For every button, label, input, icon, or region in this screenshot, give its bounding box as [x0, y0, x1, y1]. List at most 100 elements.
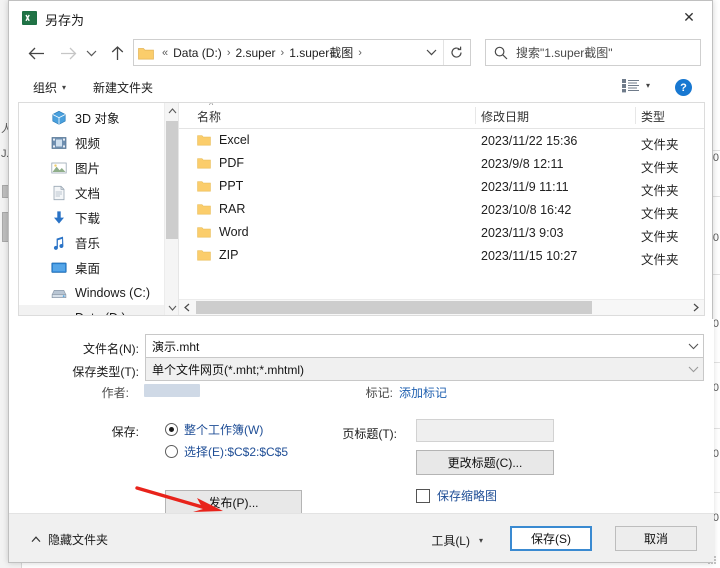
organize-button[interactable]: 组织 ▾ [29, 77, 70, 98]
column-header-label: 名称 [197, 110, 222, 124]
sidebar-item-windows-c[interactable]: Windows (C:) [19, 280, 165, 305]
sidebar-item-downloads[interactable]: 下载 [19, 205, 165, 230]
filename-input[interactable]: 演示.mht [145, 334, 704, 358]
breadcrumb-segment-0[interactable]: Data (D:) [172, 46, 223, 60]
dialog-footer: 隐藏文件夹 工具(L) ▾ 保存(S) 取消 [9, 513, 714, 562]
3d-objects-icon [52, 110, 66, 125]
arrow-left-icon[interactable] [23, 40, 49, 66]
tools-button[interactable]: 工具(L) ▾ [426, 529, 488, 552]
search-placeholder: 搜索"1.super截图" [516, 46, 613, 60]
table-row[interactable]: ZIP 2023/11/15 10:27 文件夹 [179, 245, 704, 268]
filetype-select[interactable]: 单个文件网页(*.mht;*.mhtml) [145, 357, 704, 381]
dialog-titlebar: 另存为 ✕ [9, 1, 712, 34]
file-browser: 3D 对象 视频 图片 文档 下载 音乐 桌面 Windows (C:) 名称 … [18, 102, 705, 316]
file-name-label: Word [219, 225, 249, 239]
publish-button[interactable]: 发布(P)... [165, 490, 302, 515]
chevron-down-icon: ▾ [62, 83, 67, 92]
sidebar-item-videos[interactable]: 视频 [19, 130, 165, 155]
column-header-modified[interactable]: 修改日期 [481, 108, 529, 125]
sidebar-item-desktop[interactable]: 桌面 [19, 255, 165, 280]
file-name-cell: PPT [197, 179, 243, 193]
save-thumbnail-checkbox[interactable]: 保存缩略图 [416, 487, 497, 504]
folder-icon [197, 181, 211, 192]
table-row[interactable]: Word 2023/11/3 9:03 文件夹 [179, 222, 704, 245]
table-row[interactable]: Excel 2023/11/22 15:36 文件夹 [179, 130, 704, 153]
navigation-list: 3D 对象 视频 图片 文档 下载 音乐 桌面 Windows (C:) [19, 105, 165, 315]
table-row[interactable]: PDF 2023/9/8 12:11 文件夹 [179, 153, 704, 176]
file-name-cell: ZIP [197, 248, 238, 262]
help-icon[interactable]: ? [675, 79, 692, 96]
excel-icon [22, 11, 37, 25]
filename-label: 文件名(N): [49, 340, 139, 357]
breadcrumb-segment-1[interactable]: 2.super [234, 46, 276, 60]
search-input[interactable]: 搜索"1.super截图" [485, 39, 701, 66]
hide-folders-button[interactable]: 隐藏文件夹 [31, 531, 108, 548]
arrow-up-icon[interactable] [104, 40, 130, 66]
music-icon [53, 236, 64, 250]
tags-label: 标记: [365, 386, 393, 400]
sidebar-item-label: 音乐 [75, 237, 101, 251]
add-tag-link[interactable]: 添加标记 [399, 384, 489, 401]
chevron-down-icon[interactable] [165, 300, 178, 315]
navigation-pane-scrollbar[interactable] [164, 103, 178, 315]
file-name-label: Excel [219, 133, 250, 147]
sidebar-item-label: 3D 对象 [75, 112, 120, 126]
address-bar[interactable]: « Data (D:) › 2.super › 1.super截图 › [133, 39, 471, 66]
table-row[interactable]: PPT 2023/11/9 11:11 文件夹 [179, 176, 704, 199]
author-value-redacted[interactable] [144, 384, 200, 397]
sidebar-item-documents[interactable]: 文档 [19, 180, 165, 205]
chevron-left-icon[interactable] [179, 300, 195, 315]
navigation-pane: 3D 对象 视频 图片 文档 下载 音乐 桌面 Windows (C:) [19, 103, 179, 315]
new-folder-label: 新建文件夹 [93, 81, 154, 95]
radio-selection[interactable]: 选择(E):$C$2:$C$5 [165, 443, 288, 460]
sidebar-item-label: 图片 [75, 162, 101, 176]
table-row[interactable]: RAR 2023/10/8 16:42 文件夹 [179, 199, 704, 222]
view-mode-button[interactable]: ▾ [621, 78, 650, 93]
navigation-bar: « Data (D:) › 2.super › 1.super截图 › 搜索"1… [9, 34, 712, 72]
cancel-button[interactable]: 取消 [615, 526, 697, 551]
sidebar-item-pictures[interactable]: 图片 [19, 155, 165, 180]
radio-indicator[interactable] [165, 445, 178, 458]
chevron-down-icon[interactable] [683, 358, 703, 380]
refresh-icon[interactable] [443, 40, 469, 65]
sidebar-item-music[interactable]: 音乐 [19, 230, 165, 255]
new-folder-button[interactable]: 新建文件夹 [89, 77, 157, 98]
column-header-type[interactable]: 类型 [641, 108, 665, 125]
radio-entire-workbook[interactable]: 整个工作簿(W) [165, 421, 263, 438]
close-icon[interactable]: ✕ [666, 1, 712, 34]
file-rows: Excel 2023/11/22 15:36 文件夹 PDF 2023/9/8 … [179, 130, 704, 268]
column-header-name[interactable]: 名称 ^ [197, 103, 222, 125]
file-modified-cell: 2023/11/15 10:27 [481, 249, 578, 263]
save-options-form: 文件名(N): 演示.mht 保存类型(T): 单个文件网页(*.mht;*.m… [9, 319, 714, 515]
page-title-input[interactable] [416, 419, 554, 442]
change-title-button[interactable]: 更改标题(C)... [416, 450, 554, 475]
pictures-icon [51, 162, 67, 173]
chevron-up-icon[interactable] [165, 103, 178, 118]
sidebar-item-data-d[interactable]: Data (D:) [19, 305, 165, 315]
file-list-horizontal-scrollbar[interactable] [179, 299, 704, 315]
scrollbar-thumb[interactable] [166, 121, 178, 239]
breadcrumb-separator: › [226, 46, 231, 59]
filetype-label-text: 保存类型(T): [72, 365, 139, 379]
folder-icon [197, 227, 211, 238]
chevron-down-icon[interactable] [81, 40, 101, 66]
page-title-label: 页标题(T): [342, 427, 397, 441]
chevron-right-icon[interactable] [688, 300, 704, 315]
filetype-label: 保存类型(T): [37, 363, 139, 380]
radio-indicator[interactable] [165, 423, 178, 436]
command-toolbar: 组织 ▾ 新建文件夹 ▾ ? [9, 72, 712, 102]
dialog-title: 另存为 [45, 13, 85, 28]
sidebar-item-label: 视频 [75, 137, 101, 151]
checkbox-indicator[interactable] [416, 488, 430, 503]
scrollbar-thumb[interactable] [196, 301, 592, 314]
chevron-down-icon[interactable] [683, 335, 703, 357]
file-name-cell: Word [197, 225, 249, 239]
sidebar-item-3d-objects[interactable]: 3D 对象 [19, 105, 165, 130]
sidebar-item-label: 文档 [75, 187, 101, 201]
save-button[interactable]: 保存(S) [510, 526, 592, 551]
chevron-down-icon[interactable] [420, 40, 442, 65]
file-modified-cell: 2023/10/8 16:42 [481, 203, 572, 217]
breadcrumb-segment-2[interactable]: 1.super截图 [288, 44, 354, 61]
file-list-pane: 名称 ^ 修改日期 类型 Excel 2023/11/22 15:36 文件夹 [179, 103, 704, 315]
hide-folders-label: 隐藏文件夹 [48, 533, 109, 547]
